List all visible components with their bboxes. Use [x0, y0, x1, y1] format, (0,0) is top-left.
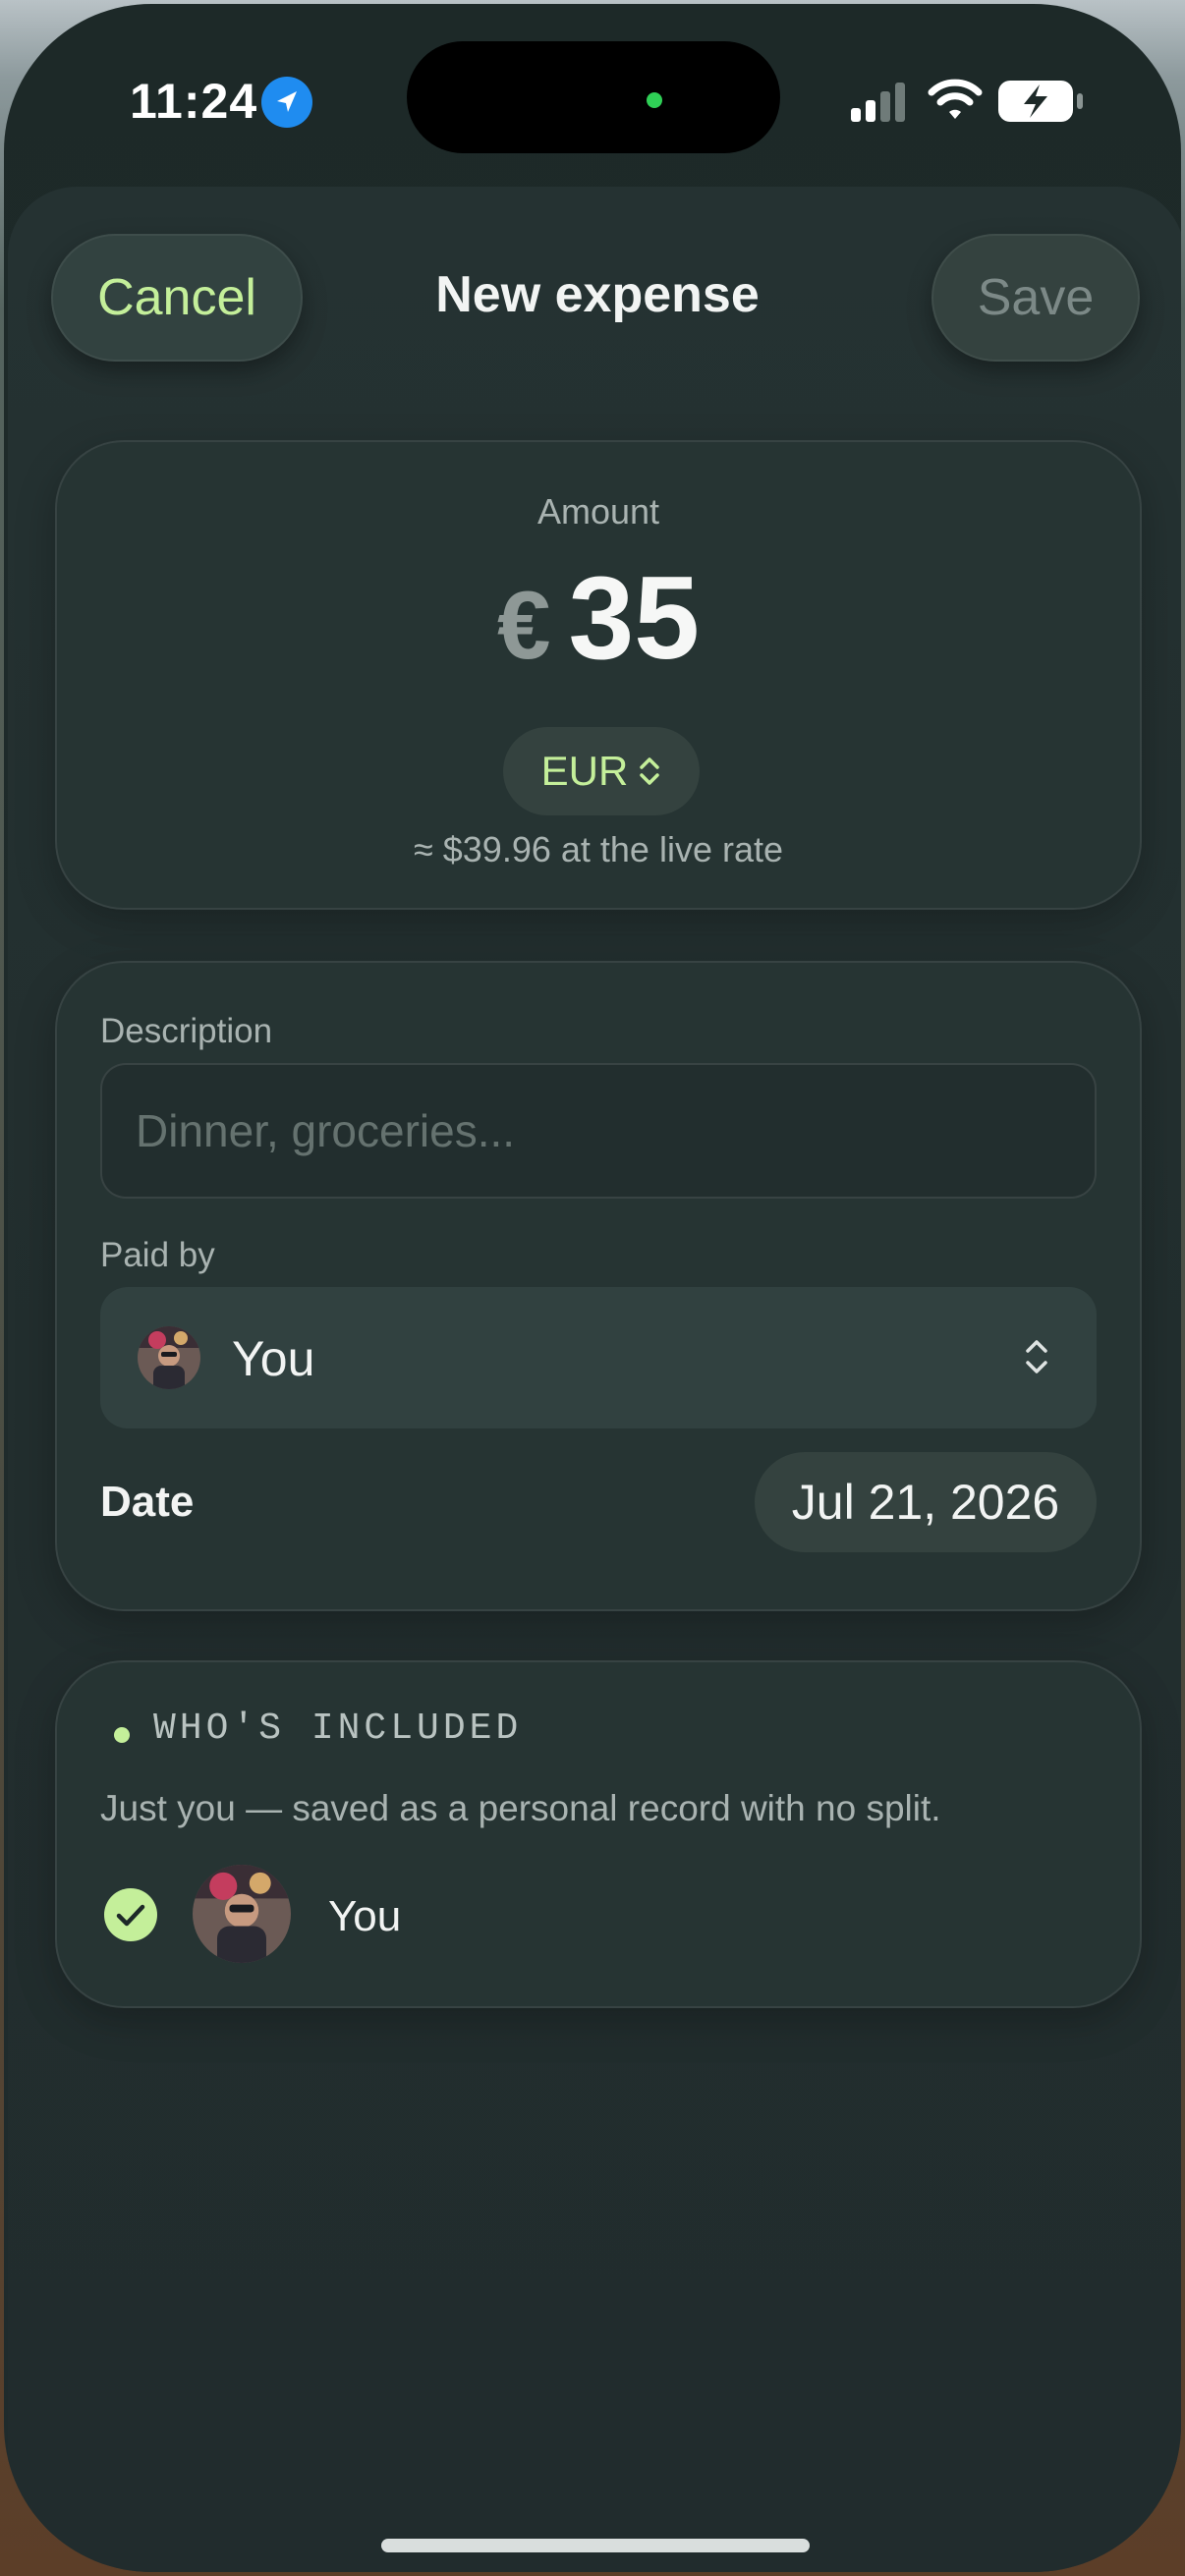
user-avatar — [138, 1326, 200, 1389]
currency-picker-button[interactable]: EUR — [503, 727, 700, 815]
battery-charging-icon — [998, 81, 1083, 122]
page-title: New expense — [435, 266, 760, 323]
cancel-button[interactable]: Cancel — [51, 234, 303, 362]
details-card: Description Paid by — [55, 961, 1142, 1611]
home-indicator[interactable] — [381, 2539, 810, 2552]
amount-input[interactable]: € 35 — [57, 550, 1140, 686]
paid-by-select[interactable]: You — [100, 1287, 1097, 1428]
save-button[interactable]: Save — [931, 234, 1140, 362]
screen: 11:24 Cancel New expense Save Amount € 3… — [4, 4, 1181, 2572]
member-name: You — [328, 1892, 402, 1940]
dynamic-island — [407, 41, 780, 153]
description-input[interactable] — [100, 1063, 1097, 1199]
section-indicator-dot — [114, 1727, 130, 1743]
camera-indicator-dot — [647, 92, 662, 108]
description-label: Description — [100, 1012, 273, 1050]
amount-card: Amount € 35 EUR ≈ $39.96 at the live rat… — [55, 440, 1142, 910]
paid-by-label: Paid by — [100, 1236, 215, 1274]
included-card: WHO'S INCLUDED Just you — saved as a per… — [55, 1660, 1142, 2008]
included-heading: WHO'S INCLUDED — [153, 1708, 523, 1750]
currency-code: EUR — [540, 748, 629, 794]
payer-name: You — [232, 1331, 315, 1386]
currency-symbol: € — [497, 571, 551, 679]
chevron-up-down-icon — [640, 757, 660, 785]
included-note: Just you — saved as a personal record wi… — [100, 1788, 941, 1828]
amount-value[interactable]: 35 — [569, 550, 700, 686]
device-frame: 11:24 Cancel New expense Save Amount € 3… — [0, 0, 1185, 2576]
checkmark-circle-icon[interactable] — [104, 1888, 157, 1941]
wifi-icon — [928, 79, 983, 119]
location-arrow-icon — [261, 77, 312, 128]
date-picker-button[interactable]: Jul 21, 2026 — [755, 1452, 1097, 1552]
cellular-signal-icon — [851, 83, 905, 122]
status-time: 11:24 — [130, 74, 258, 129]
new-expense-sheet: Cancel New expense Save Amount € 35 EUR … — [8, 187, 1181, 2572]
amount-label: Amount — [536, 491, 660, 532]
exchange-rate-note: ≈ $39.96 at the live rate — [414, 829, 783, 869]
member-avatar — [193, 1865, 291, 1963]
chevron-up-down-icon — [1026, 1340, 1047, 1373]
date-label: Date — [100, 1478, 195, 1526]
